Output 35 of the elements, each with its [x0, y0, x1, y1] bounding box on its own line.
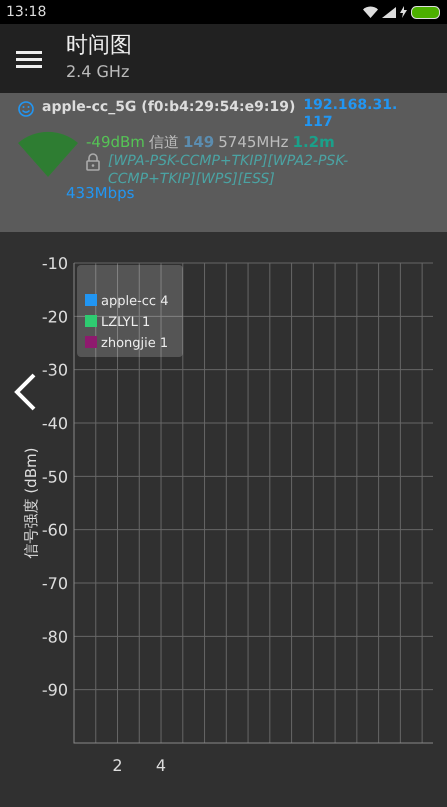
y-tick-label: -10 — [42, 254, 68, 273]
battery-icon — [411, 6, 441, 18]
frequency: 5745MHz — [218, 132, 289, 153]
y-tick-label: -50 — [42, 467, 68, 486]
charging-icon — [400, 6, 407, 18]
y-axis-label: 信号强度 (dBm) — [22, 448, 40, 558]
y-tick-label: -60 — [42, 520, 68, 540]
y-tick-label: -40 — [42, 414, 68, 433]
legend-label: zhongjie 1 — [101, 336, 168, 351]
band-subtitle: 2.4 GHz — [66, 60, 130, 83]
y-tick-label: -70 — [42, 574, 68, 593]
back-button[interactable] — [12, 372, 38, 412]
network-name: apple-cc_5G (f0:b4:29:54:e9:19) — [42, 98, 296, 117]
signal-icon — [382, 6, 396, 18]
channel-number: 149 — [182, 132, 214, 153]
y-tick-label: -20 — [42, 307, 68, 326]
signal-level: -49dBm — [86, 132, 145, 153]
network-card[interactable]: apple-cc_5G (f0:b4:29:54:e9:19) 192.168.31.117 -49dBm 信道 149 5745MHz 1.2m [WPA-PSK-CCMP+TKIP][WPA2-PSK-CCMP+TKIP][WPS][ESS] 433Mbps — [0, 93, 447, 232]
x-tick-label: 2 — [112, 756, 123, 775]
distance: 1.2m — [292, 132, 335, 153]
status-time: 13:18 — [6, 2, 46, 22]
screen-title: 时间图 — [66, 33, 132, 60]
legend-label: LZLYL 1 — [101, 315, 150, 330]
y-tick-label: -90 — [42, 680, 68, 700]
channel-label: 信道 — [148, 132, 179, 153]
x-tick-label: 4 — [156, 756, 166, 775]
y-tick-label: -80 — [42, 627, 68, 646]
ip-address: 192.168.31.117 — [303, 97, 398, 131]
wifi-icon — [363, 6, 378, 18]
y-tick-label: -30 — [42, 360, 68, 380]
security-text: [WPA-PSK-CCMP+TKIP][WPA2-PSK-CCMP+TKIP][WPS][ESS] — [108, 153, 350, 187]
smiley-icon — [18, 101, 34, 117]
lock-icon — [86, 153, 100, 172]
legend-label: apple-cc 4 — [101, 294, 168, 309]
link-speed: 433Mbps — [66, 184, 134, 204]
